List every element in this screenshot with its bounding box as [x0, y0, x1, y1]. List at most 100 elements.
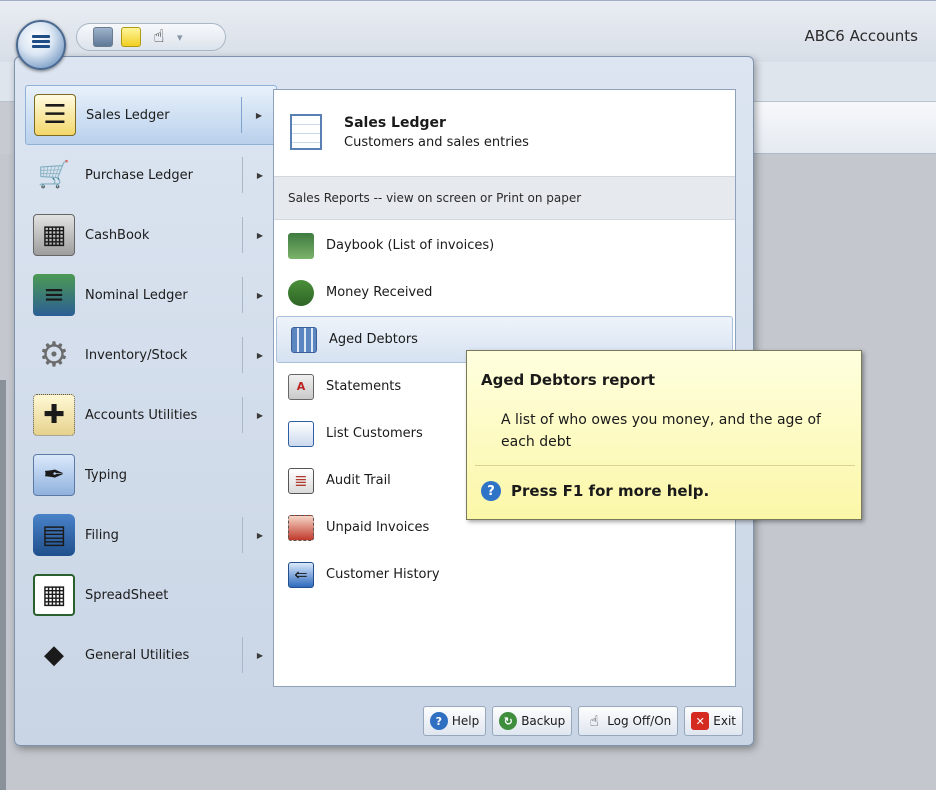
quick-access-toolbar: ☝ ▾: [76, 23, 226, 51]
report-item-label: Customer History: [326, 567, 440, 582]
tooltip-divider: [475, 465, 855, 466]
menu-item-nominal-ledger[interactable]: ≡ Nominal Ledger ▶: [25, 265, 277, 325]
menu-item-label: CashBook: [85, 227, 150, 243]
submenu-arrow-icon[interactable]: ▶: [255, 651, 265, 660]
menu-item-label: General Utilities: [85, 647, 190, 663]
report-item-label: Daybook (List of invoices): [326, 238, 495, 253]
submenu-divider: [242, 277, 243, 313]
submenu-divider: [241, 97, 242, 133]
logoff-label: Log Off/On: [607, 714, 672, 728]
menu-item-sales-ledger[interactable]: ☰ Sales Ledger ▶: [25, 85, 277, 145]
aged-debtors-icon: [291, 326, 317, 353]
menu-item-filing[interactable]: ▤ Filing ▶: [25, 505, 277, 565]
menu-item-label: Inventory/Stock: [85, 347, 188, 363]
report-item-label: Statements: [326, 379, 402, 394]
sticky-note-icon[interactable]: [121, 27, 141, 47]
ribbon-body: [730, 102, 936, 154]
gear-icon: ⚙: [38, 335, 70, 375]
report-item-customer-history[interactable]: ⇐ Customer History: [274, 551, 735, 598]
logoff-button[interactable]: ☝ Log Off/On: [578, 706, 679, 736]
shopping-cart-icon: 🛒: [37, 160, 71, 190]
menu-item-inventory-stock[interactable]: ⚙ Inventory/Stock ▶: [25, 325, 277, 385]
menu-left-pane: ☰ Sales Ledger ▶ 🛒 Purchase Ledger ▶ ▦ CashBook…: [25, 85, 277, 697]
menu-footer: ? Help ↻ Backup ☝ Log Off/On ✕ Exit: [15, 697, 753, 745]
menu-item-label: Typing: [85, 467, 127, 483]
submenu-divider: [242, 157, 243, 193]
submenu-title: Sales Ledger: [344, 114, 446, 131]
report-item-label: Unpaid Invoices: [326, 520, 430, 535]
statement-icon: A: [288, 373, 314, 400]
section-heading: Sales Reports -- view on screen or Print…: [274, 176, 735, 220]
submenu-arrow-icon[interactable]: ▶: [254, 111, 264, 120]
title-bar: ☝ ▾ ABC6 Accounts: [0, 0, 936, 62]
menu-item-accounts-utilities[interactable]: ✚ Accounts Utilities ▶: [25, 385, 277, 445]
submenu-arrow-icon[interactable]: ▶: [255, 291, 265, 300]
menu-item-label: Filing: [85, 527, 119, 543]
report-item-label: List Customers: [326, 426, 423, 441]
tooltip-body: A list of who owes you money, and the ag…: [501, 412, 821, 450]
menu-item-label: Sales Ledger: [86, 107, 170, 123]
unpaid-invoice-icon: [288, 514, 314, 541]
report-item-label: Money Received: [326, 285, 433, 300]
submenu-divider: [242, 397, 243, 433]
sales-ledger-table-icon: [290, 114, 322, 150]
filing-cabinet-icon: ▤: [33, 514, 75, 556]
shapes-icon: ◆: [44, 640, 64, 670]
report-item-label: Aged Debtors: [329, 332, 418, 347]
hand-pointer-icon[interactable]: ☝: [149, 27, 169, 47]
tooltip-title: Aged Debtors report: [481, 371, 656, 389]
report-item-daybook-list-of-invoices[interactable]: Daybook (List of invoices): [274, 222, 735, 269]
help-icon: ?: [481, 481, 501, 501]
customer-history-icon: ⇐: [288, 561, 314, 588]
menu-list-icon: [32, 35, 50, 55]
application-menu-button[interactable]: [16, 20, 66, 70]
menu-item-label: Nominal Ledger: [85, 287, 188, 303]
app-title: ABC6 Accounts: [804, 27, 918, 45]
books-icon: ≡: [33, 274, 75, 316]
tooltip-help-text: Press F1 for more help.: [511, 482, 710, 500]
menu-item-purchase-ledger[interactable]: 🛒 Purchase Ledger ▶: [25, 145, 277, 205]
submenu-divider: [242, 337, 243, 373]
submenu-divider: [242, 217, 243, 253]
submenu-subtitle: Customers and sales entries: [344, 134, 529, 150]
menu-item-typing[interactable]: ✒ Typing: [25, 445, 277, 505]
backup-label: Backup: [521, 714, 566, 728]
report-item-money-received[interactable]: Money Received: [274, 269, 735, 316]
submenu-arrow-icon[interactable]: ▶: [255, 411, 265, 420]
submenu-divider: [242, 517, 243, 553]
tooltip: Aged Debtors report A list of who owes y…: [466, 350, 862, 520]
exit-button[interactable]: ✕ Exit: [684, 706, 743, 736]
menu-item-cashbook[interactable]: ▦ CashBook ▶: [25, 205, 277, 265]
menu-item-spreadsheet[interactable]: ▦ SpreadSheet: [25, 565, 277, 625]
cash-register-icon: ▦: [33, 214, 75, 256]
help-button[interactable]: ? Help: [422, 706, 487, 736]
money-icon: [288, 279, 314, 306]
submenu-divider: [242, 637, 243, 673]
tooltip-help: ? Press F1 for more help.: [481, 481, 709, 501]
backup-button[interactable]: ↻ Backup: [492, 706, 573, 736]
list-customers-icon: [288, 420, 314, 447]
utilities-icon: ✚: [33, 394, 75, 436]
backup-icon: ↻: [499, 712, 518, 730]
menu-item-label: Purchase Ledger: [85, 167, 194, 183]
ledger-card-icon: ☰: [34, 94, 76, 136]
customize-toolbar-icon[interactable]: ▾: [177, 31, 183, 44]
open-book-icon: [288, 232, 314, 259]
pen-icon: ✒: [33, 454, 75, 496]
window-edge: [0, 380, 6, 790]
menu-item-label: SpreadSheet: [85, 587, 169, 603]
close-icon: ✕: [691, 712, 710, 730]
submenu-header[interactable]: Sales Ledger Customers and sales entries: [274, 90, 735, 174]
report-item-label: Audit Trail: [326, 473, 391, 488]
help-label: Help: [451, 714, 480, 728]
hand-pointer-icon: ☝: [589, 712, 599, 730]
menu-item-general-utilities[interactable]: ◆ General Utilities ▶: [25, 625, 277, 685]
calculator-icon[interactable]: [93, 27, 113, 47]
submenu-arrow-icon[interactable]: ▶: [255, 231, 265, 240]
audit-trail-icon: ≣: [288, 467, 314, 494]
spreadsheet-icon: ▦: [33, 574, 75, 616]
submenu-arrow-icon[interactable]: ▶: [255, 351, 265, 360]
help-icon: ?: [429, 712, 448, 730]
submenu-arrow-icon[interactable]: ▶: [255, 171, 265, 180]
submenu-arrow-icon[interactable]: ▶: [255, 531, 265, 540]
